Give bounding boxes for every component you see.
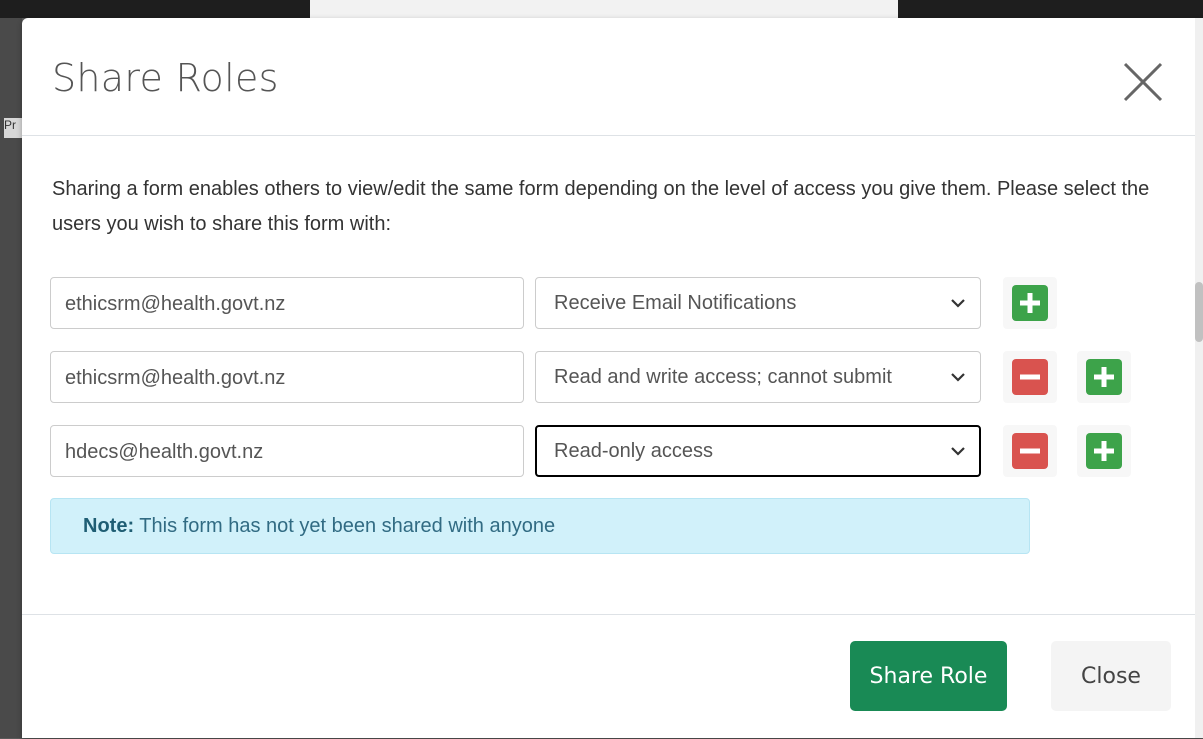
share-roles-dialog: Share Roles Sharing a form enables other… <box>22 18 1203 738</box>
share-role-button[interactable]: Share Role <box>850 641 1007 711</box>
email-field[interactable]: ethicsrm@health.govt.nz <box>50 351 524 403</box>
plus-icon <box>1012 285 1048 321</box>
email-field[interactable]: hdecs@health.govt.nz <box>50 425 524 477</box>
modal-header: Share Roles <box>22 18 1203 136</box>
chevron-down-icon <box>951 299 965 308</box>
remove-row-button[interactable] <box>1003 351 1057 403</box>
add-row-button[interactable] <box>1003 277 1057 329</box>
minus-icon <box>1012 433 1048 469</box>
share-row: ethicsrm@health.govt.nz Receive Email No… <box>50 277 1150 331</box>
close-button[interactable]: Close <box>1051 641 1171 711</box>
role-select[interactable]: Read-only access <box>535 425 981 477</box>
role-select[interactable]: Receive Email Notifications <box>535 277 981 329</box>
chevron-down-icon <box>951 447 965 456</box>
add-row-button[interactable] <box>1077 425 1131 477</box>
plus-icon <box>1086 359 1122 395</box>
backdrop-text-fragment: Pr <box>4 118 22 138</box>
backdrop-top-mid <box>310 0 898 18</box>
share-row: hdecs@health.govt.nz Read-only access <box>50 425 1150 479</box>
backdrop-left <box>0 0 22 738</box>
add-row-button[interactable] <box>1077 351 1131 403</box>
modal-title: Share Roles <box>52 56 279 100</box>
note-text: This form has not yet been shared with a… <box>134 515 556 537</box>
plus-icon <box>1086 433 1122 469</box>
modal-footer: Share Role Close <box>22 614 1203 739</box>
intro-text: Sharing a form enables others to view/ed… <box>52 178 1150 235</box>
minus-icon <box>1012 359 1048 395</box>
chevron-down-icon <box>951 373 965 382</box>
scrollbar-thumb[interactable] <box>1195 282 1203 342</box>
backdrop-top-left <box>0 0 310 18</box>
role-select-value: Read-only access <box>554 440 713 462</box>
role-select-value: Receive Email Notifications <box>554 292 797 314</box>
backdrop-top-right <box>898 0 1203 18</box>
role-select-value: Read and write access; cannot submit <box>554 366 892 388</box>
role-select[interactable]: Read and write access; cannot submit <box>535 351 981 403</box>
scrollbar[interactable] <box>1195 18 1203 738</box>
modal-body: Sharing a form enables others to view/ed… <box>22 136 1203 614</box>
share-row: ethicsrm@health.govt.nz Read and write a… <box>50 351 1150 405</box>
email-field[interactable]: ethicsrm@health.govt.nz <box>50 277 524 329</box>
info-note: Note: This form has not yet been shared … <box>50 498 1030 554</box>
note-label: Note: <box>83 515 135 537</box>
close-icon[interactable] <box>1121 60 1165 104</box>
remove-row-button[interactable] <box>1003 425 1057 477</box>
